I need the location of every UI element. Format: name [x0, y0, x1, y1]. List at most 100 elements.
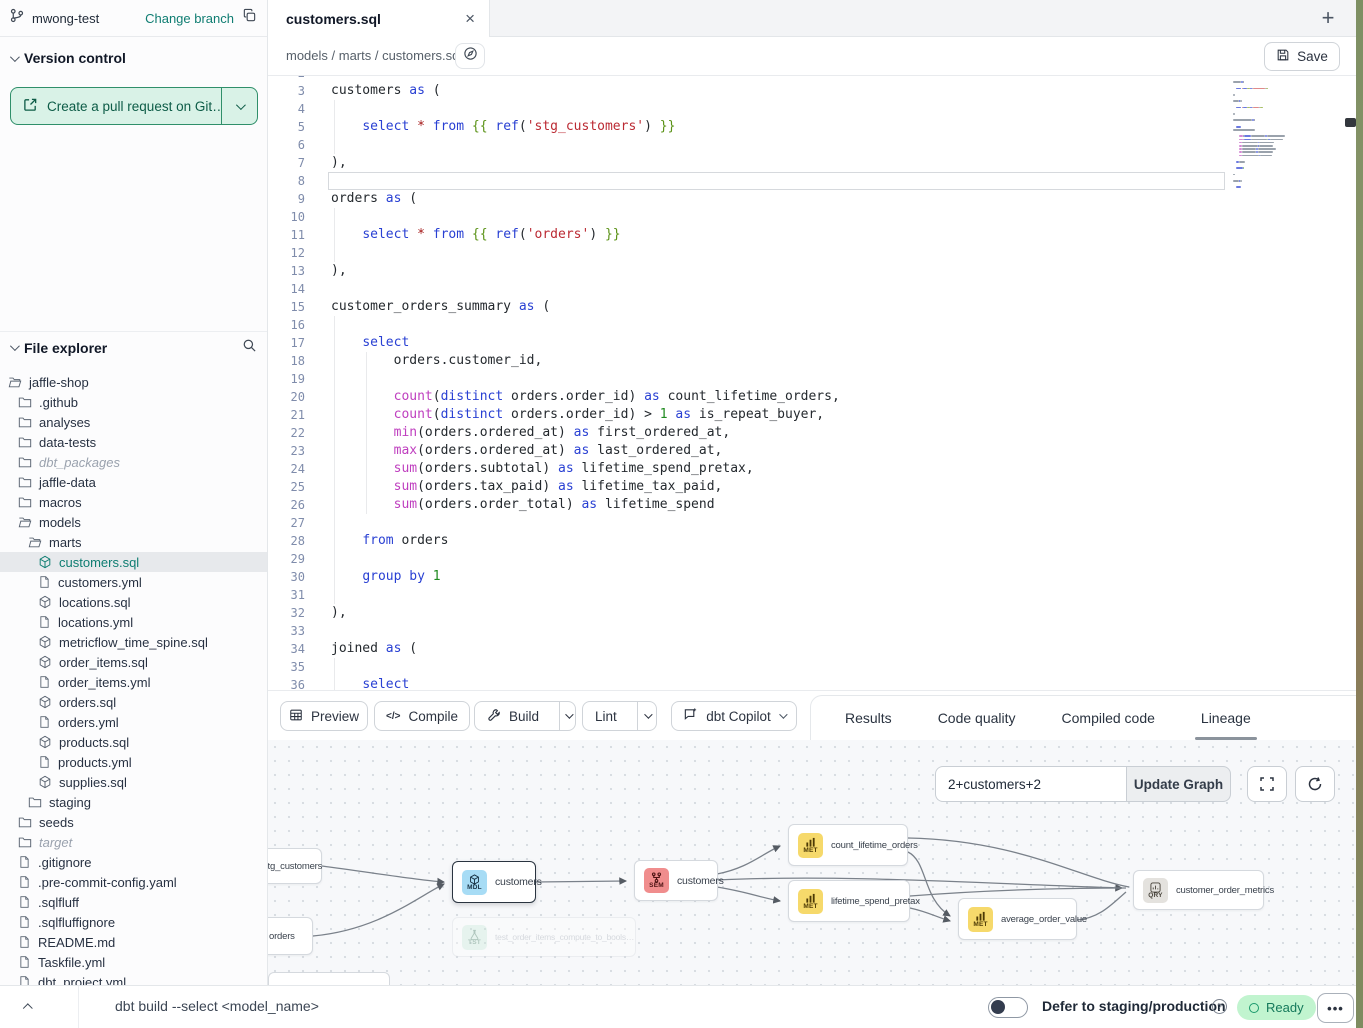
- tree-item--sqlfluffignore[interactable]: .sqlfluffignore: [0, 912, 267, 932]
- tree-item-products-sql[interactable]: products.sql: [0, 732, 267, 752]
- code-line-13: 13),: [268, 262, 1356, 280]
- status-badge: Ready: [1237, 995, 1316, 1020]
- tree-item-supplies-sql[interactable]: supplies.sql: [0, 772, 267, 792]
- tab-results[interactable]: Results: [845, 696, 892, 740]
- lineage-node-customer-order-metrics[interactable]: QRYcustomer_order_metrics: [1133, 870, 1264, 910]
- file-explorer-header[interactable]: File explorer: [0, 331, 267, 357]
- tree-item-orders-sql[interactable]: orders.sql: [0, 692, 267, 712]
- tree-item-metricflow-time-spine-sql[interactable]: metricflow_time_spine.sql: [0, 632, 267, 652]
- tree-item-customers-yml[interactable]: customers.yml: [0, 572, 267, 592]
- pr-button-caret[interactable]: [221, 88, 257, 124]
- code-line-22: 22 min(orders.ordered_at) as first_order…: [268, 424, 1356, 442]
- tree-item-label: metricflow_time_spine.sql: [59, 635, 208, 650]
- help-icon[interactable]: ?: [1212, 999, 1227, 1014]
- lineage-node-partial[interactable]: [268, 972, 390, 985]
- lineage-selector-input[interactable]: [935, 766, 1126, 802]
- tree-item--sqlfluff[interactable]: .sqlfluff: [0, 892, 267, 912]
- tab-lineage[interactable]: Lineage: [1201, 696, 1251, 740]
- tree-item-label: Taskfile.yml: [38, 955, 105, 970]
- compass-icon: [463, 46, 478, 66]
- lineage-node-test-order-items[interactable]: TSTtest_order_items_compute_to_bools…: [452, 917, 636, 957]
- tree-item-jaffle-shop[interactable]: jaffle-shop: [0, 372, 267, 392]
- tree-item-models[interactable]: models: [0, 512, 267, 532]
- tree-item-dbt-project-yml[interactable]: dbt_project.yml: [0, 972, 267, 985]
- tree-item-marts[interactable]: marts: [0, 532, 267, 552]
- minimap[interactable]: [1233, 78, 1313, 274]
- line-number: 33: [268, 622, 305, 640]
- chevron-down-icon: [10, 52, 20, 62]
- line-number: 17: [268, 334, 305, 352]
- change-branch-link[interactable]: Change branch: [145, 11, 234, 26]
- code-icon: </>: [386, 711, 400, 722]
- collapse-panel-button[interactable]: [16, 996, 40, 1018]
- compile-button[interactable]: </> Compile: [374, 701, 470, 731]
- search-icon[interactable]: [242, 338, 257, 358]
- more-options-button[interactable]: •••: [1317, 993, 1354, 1023]
- tree-item-locations-yml[interactable]: locations.yml: [0, 612, 267, 632]
- update-graph-button[interactable]: Update Graph: [1126, 766, 1231, 802]
- lint-caret[interactable]: [637, 702, 656, 730]
- tab-compiled-code[interactable]: Compiled code: [1062, 696, 1155, 740]
- line-number: 30: [268, 568, 305, 586]
- tree-item-products-yml[interactable]: products.yml: [0, 752, 267, 772]
- tree-item-taskfile-yml[interactable]: Taskfile.yml: [0, 952, 267, 972]
- tree-item--pre-commit-config-yaml[interactable]: .pre-commit-config.yaml: [0, 872, 267, 892]
- tree-item-label: dbt_packages: [39, 455, 120, 470]
- fullscreen-button[interactable]: [1247, 766, 1287, 802]
- close-icon[interactable]: ×: [465, 10, 475, 27]
- tree-item-order-items-yml[interactable]: order_items.yml: [0, 672, 267, 692]
- tree-item--github[interactable]: .github: [0, 392, 267, 412]
- lineage-node-average-order-value[interactable]: METaverage_order_value: [958, 898, 1077, 940]
- tree-item-label: locations.sql: [59, 595, 131, 610]
- create-pull-request-main[interactable]: Create a pull request on Git…: [11, 88, 221, 124]
- code-editor[interactable]: 23customers as (45 select * from {{ ref(…: [268, 76, 1356, 690]
- tree-item--gitignore[interactable]: .gitignore: [0, 852, 267, 872]
- sem-node-icon: SEM: [644, 868, 669, 893]
- lineage-node-lifetime-spend-pretax[interactable]: METlifetime_spend_pretax: [788, 880, 910, 922]
- tree-item-macros[interactable]: macros: [0, 492, 267, 512]
- lineage-node-customers-model[interactable]: MDLcustomers: [452, 861, 536, 903]
- build-button[interactable]: Build: [475, 702, 551, 730]
- tree-item-data-tests[interactable]: data-tests: [0, 432, 267, 452]
- line-number: 3: [268, 82, 305, 100]
- open-in-explorer-button[interactable]: [455, 43, 485, 69]
- tree-item-order-items-sql[interactable]: order_items.sql: [0, 652, 267, 672]
- lint-button[interactable]: Lint: [583, 702, 629, 730]
- tree-item-readme-md[interactable]: README.md: [0, 932, 267, 952]
- lineage-node-orders[interactable]: orders: [268, 917, 313, 955]
- copy-icon[interactable]: [242, 8, 257, 28]
- tree-item-orders-yml[interactable]: orders.yml: [0, 712, 267, 732]
- build-caret[interactable]: [559, 702, 575, 730]
- code-lines: 23customers as (45 select * from {{ ref(…: [268, 76, 1356, 690]
- tree-item-staging[interactable]: staging: [0, 792, 267, 812]
- save-button[interactable]: Save: [1264, 42, 1340, 71]
- tree-item-seeds[interactable]: seeds: [0, 812, 267, 832]
- tree-item-locations-sql[interactable]: locations.sql: [0, 592, 267, 612]
- version-control-header[interactable]: Version control: [0, 46, 267, 70]
- tree-item-dbt-packages[interactable]: dbt_packages: [0, 452, 267, 472]
- editor-scrollbar-thumb[interactable]: [1345, 118, 1356, 127]
- code-line-8: 8: [268, 172, 1356, 190]
- panel-tabs: Results Code quality Compiled code Lineage: [810, 695, 1356, 740]
- defer-toggle[interactable]: [988, 997, 1028, 1018]
- create-pull-request-button[interactable]: Create a pull request on Git…: [10, 87, 258, 125]
- tab-customers-sql[interactable]: customers.sql ×: [268, 0, 490, 37]
- preview-button[interactable]: Preview: [280, 701, 368, 731]
- code-line-12: 12: [268, 244, 1356, 262]
- refresh-icon[interactable]: [1295, 766, 1335, 802]
- new-tab-button[interactable]: +: [1314, 4, 1342, 32]
- tree-item-target[interactable]: target: [0, 832, 267, 852]
- file-icon: [18, 855, 31, 869]
- tree-item-analyses[interactable]: analyses: [0, 412, 267, 432]
- tree-item-jaffle-data[interactable]: jaffle-data: [0, 472, 267, 492]
- code-line-16: 16: [268, 316, 1356, 334]
- tab-code-quality[interactable]: Code quality: [938, 696, 1016, 740]
- tree-item-label: customers.yml: [58, 575, 142, 590]
- lineage-node-customers-semantic[interactable]: SEMcustomers: [634, 860, 718, 901]
- line-number: 26: [268, 496, 305, 514]
- lineage-node-count-lifetime-orders[interactable]: METcount_lifetime_orders: [788, 824, 908, 866]
- tree-item-customers-sql[interactable]: customers.sql: [0, 552, 267, 572]
- lineage-node-stg-customers[interactable]: stg_customers: [268, 848, 322, 884]
- dbt-copilot-button[interactable]: dbt Copilot: [671, 701, 797, 731]
- command-input[interactable]: dbt build --select <model_name>: [115, 998, 319, 1014]
